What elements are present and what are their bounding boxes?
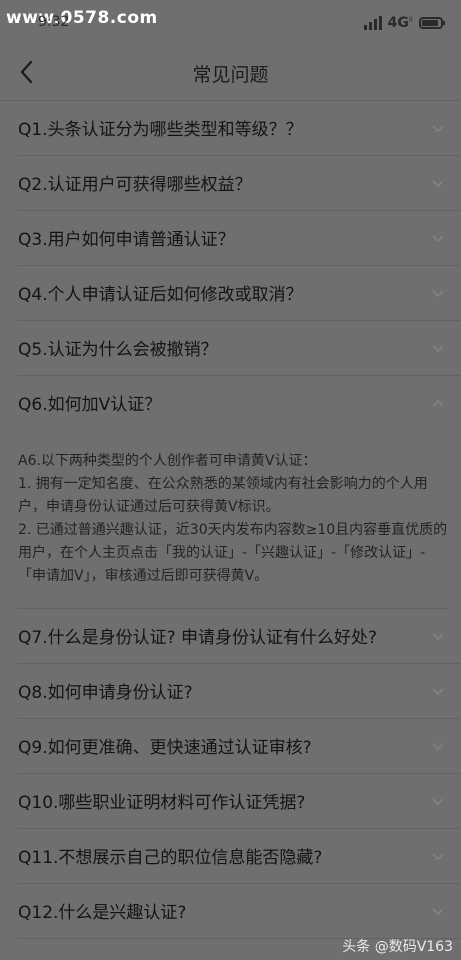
chevron-down-icon (432, 633, 444, 641)
faq-item[interactable]: Q10.哪些职业证明材料可作认证凭据? (18, 774, 461, 829)
faq-item[interactable]: Q2.认证用户可获得哪些权益？ (18, 156, 461, 211)
faq-question: Q11.不想展示自己的职位信息能否隐藏? (18, 848, 323, 868)
status-time: 9:32 (38, 14, 70, 30)
faq-question: Q7.什么是身份认证? 申请身份认证有什么好处? (18, 628, 378, 648)
network-label: 4GII (387, 15, 413, 31)
faq-question: Q8.如何申请身份认证? (18, 683, 193, 703)
faq-item[interactable]: Q8.如何申请身份认证? (18, 664, 461, 719)
chevron-down-icon (432, 235, 444, 243)
faq-question: Q6.如何加V认证？ (18, 395, 162, 415)
battery-icon (419, 17, 445, 29)
page-title: 常见问题 (192, 64, 269, 86)
faq-question: Q3.用户如何申请普通认证？ (18, 230, 235, 250)
chevron-down-icon (432, 125, 444, 133)
faq-question: Q12.什么是兴趣认证? (18, 903, 187, 923)
chevron-down-icon (432, 688, 444, 696)
faq-item[interactable]: Q9.如何更准确、更快速通过认证审核? (18, 719, 461, 774)
status-bar: www.0578.com 9:32 4GII (0, 0, 461, 44)
faq-item[interactable]: Q12.什么是兴趣认证? (18, 884, 461, 939)
chevron-down-icon (432, 180, 444, 188)
faq-item[interactable]: Q1.头条认证分为哪些类型和等级？？ (18, 101, 461, 156)
faq-question: Q10.哪些职业证明材料可作认证凭据? (18, 793, 306, 813)
chevron-down-icon (432, 743, 444, 751)
answer-line: A6.以下两种类型的个人创作者可申请黄V认证： (18, 453, 317, 469)
navigation-header: 常见问题 (0, 44, 461, 101)
faq-question: Q9.如何更准确、更快速通过认证审核? (18, 738, 312, 758)
chevron-down-icon (432, 290, 444, 298)
faq-question: Q1.头条认证分为哪些类型和等级？？ (18, 120, 303, 140)
watermark-text: www.0578.com (6, 8, 158, 28)
faq-item[interactable]: Q11.不想展示自己的职位信息能否隐藏? (18, 829, 461, 884)
faq-question: Q5.认证为什么会被撤销？ (18, 340, 218, 360)
answer-line: 2. 已通过普通兴趣认证，近30天内发布内容数≥10且内容垂直优质的用户，在个人… (18, 522, 448, 584)
faq-list: Q1.头条认证分为哪些类型和等级？？ Q2.认证用户可获得哪些权益？ Q3.用户… (0, 101, 461, 939)
faq-item[interactable]: Q7.什么是身份认证? 申请身份认证有什么好处? (18, 609, 461, 664)
faq-item-expanded[interactable]: Q6.如何加V认证？ (18, 376, 461, 430)
watermark-bottom: 头条 @数码V163 (342, 939, 453, 955)
faq-item[interactable]: Q5.认证为什么会被撤销？ (18, 321, 461, 376)
faq-item[interactable]: Q4.个人申请认证后如何修改或取消？ (18, 266, 461, 321)
faq-item[interactable]: Q3.用户如何申请普通认证？ (18, 211, 461, 266)
faq-question: Q4.个人申请认证后如何修改或取消？ (18, 285, 303, 305)
faq-question: Q2.认证用户可获得哪些权益？ (18, 175, 252, 195)
status-icons: 4GII (363, 14, 445, 32)
chevron-up-icon (432, 399, 444, 407)
signal-icon (363, 16, 382, 30)
chevron-down-icon (432, 345, 444, 353)
faq-answer: A6.以下两种类型的个人创作者可申请黄V认证： 1. 拥有一定知名度、在公众熟悉… (18, 430, 449, 609)
chevron-down-icon (432, 908, 444, 916)
chevron-down-icon (432, 798, 444, 806)
answer-line: 1. 拥有一定知名度、在公众熟悉的某领域内有社会影响力的个人用户，申请身份认证通… (18, 476, 428, 515)
chevron-down-icon (432, 853, 444, 861)
